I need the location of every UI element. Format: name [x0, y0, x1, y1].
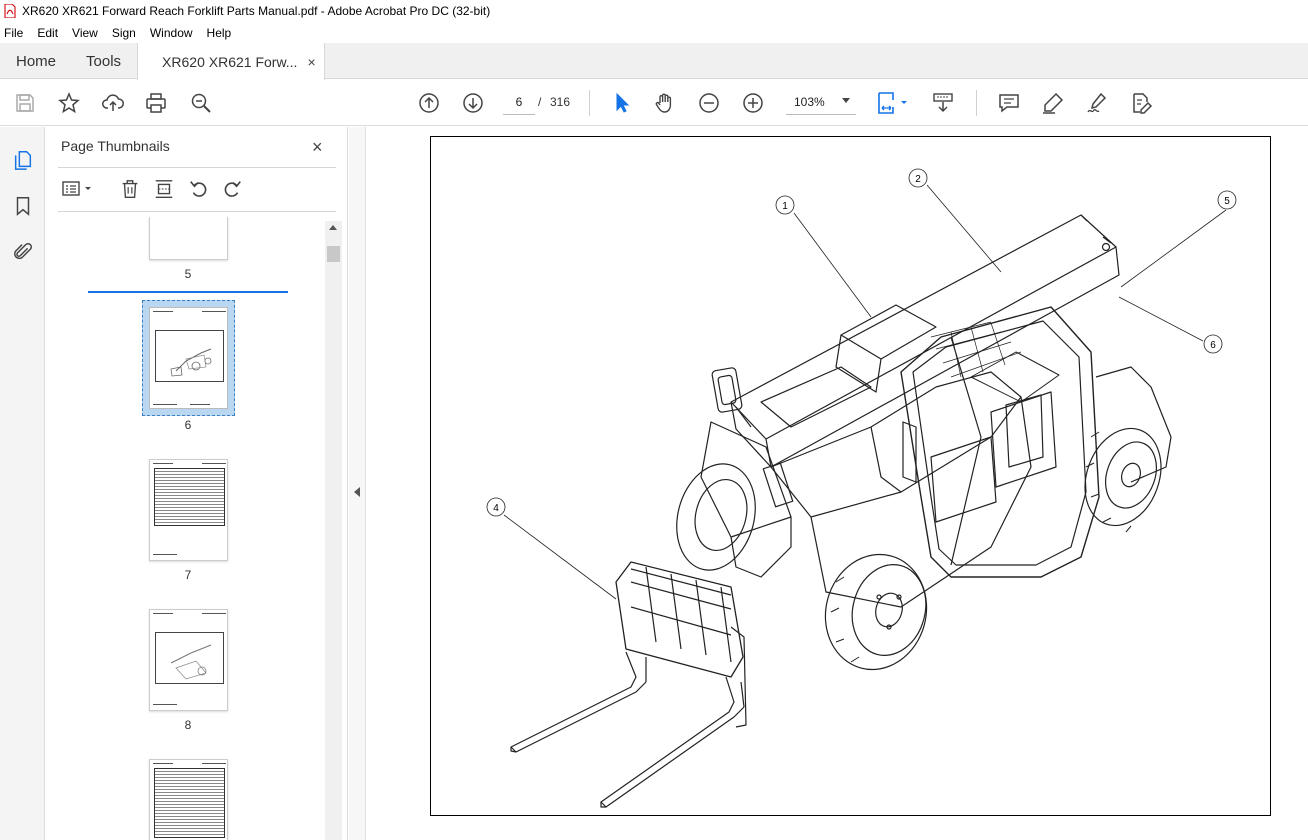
menu-file[interactable]: File — [4, 26, 23, 40]
tab-close-icon[interactable]: × — [307, 54, 315, 70]
thumbnail-page[interactable] — [149, 217, 228, 260]
title-bar: XR620 XR621 Forward Reach Forklift Parts… — [0, 0, 1308, 22]
panel-collapse-bar[interactable] — [349, 127, 366, 840]
highlight-icon[interactable] — [1040, 90, 1066, 116]
scroll-up-icon[interactable] — [329, 225, 337, 230]
hand-icon[interactable] — [652, 90, 678, 116]
tab-bar: Home Tools XR620 XR621 Forw... × — [0, 43, 1308, 80]
collapse-arrow-icon[interactable] — [354, 487, 360, 497]
thumbnail-page[interactable] — [149, 459, 228, 561]
callout-label: 6 — [1210, 340, 1216, 351]
page-thumbnails-icon[interactable] — [10, 147, 36, 173]
menu-help[interactable]: Help — [207, 26, 232, 40]
page-total: 316 — [550, 95, 571, 109]
comment-icon[interactable] — [996, 90, 1022, 116]
rotate-left-icon[interactable] — [187, 177, 211, 201]
thumbnail-list: 5 6 7 8 — [46, 217, 326, 840]
save-icon[interactable] — [12, 90, 38, 116]
toolbar-divider — [976, 90, 977, 116]
callout-label: 2 — [915, 174, 921, 185]
scroll-mode-icon[interactable] — [930, 90, 956, 116]
zoom-in-icon[interactable] — [740, 90, 766, 116]
callout-label: 1 — [782, 201, 788, 212]
tab-document[interactable]: XR620 XR621 Forw... × — [137, 43, 325, 80]
left-navigation-rail — [0, 127, 45, 840]
thumbnail-label: 5 — [184, 267, 192, 281]
zoom-level-value: 103% — [794, 94, 825, 109]
pdf-page: 1 2 4 5 6 — [430, 136, 1271, 816]
divider — [58, 167, 336, 168]
upload-icon[interactable] — [100, 90, 126, 116]
tab-document-label: XR620 XR621 Forw... — [162, 53, 298, 70]
menu-edit[interactable]: Edit — [37, 26, 58, 40]
delete-icon[interactable] — [118, 177, 142, 201]
forklift-exploded-drawing: 1 2 4 5 6 — [486, 168, 1237, 808]
tab-tools[interactable]: Tools — [72, 43, 137, 79]
page-thumbnails-panel: Page Thumbnails × 5 6 7 8 — [46, 127, 348, 840]
chevron-down-icon — [842, 98, 850, 103]
bookmark-icon[interactable] — [10, 193, 36, 219]
zoom-out-icon[interactable] — [696, 90, 722, 116]
window-title: XR620 XR621 Forward Reach Forklift Parts… — [22, 4, 491, 18]
acrobat-pdf-icon — [4, 4, 16, 18]
menu-bar: File Edit View Sign Window Help — [0, 22, 1308, 43]
zoom-search-icon[interactable] — [188, 90, 214, 116]
scrollbar-thumb[interactable] — [327, 246, 340, 262]
rotate-right-icon[interactable] — [220, 177, 244, 201]
extract-pages-icon[interactable] — [152, 177, 176, 201]
thumbnail-page[interactable] — [149, 609, 228, 711]
thumbnail-label: 6 — [184, 418, 192, 432]
page-separator: / — [538, 95, 542, 109]
thumbnail-label: 8 — [184, 718, 192, 732]
page-number-input[interactable]: 6 — [503, 89, 535, 115]
zoom-level-dropdown[interactable]: 103% — [786, 89, 856, 115]
select-cursor-icon[interactable] — [608, 90, 634, 116]
close-icon[interactable]: × — [312, 137, 330, 157]
thumbnail-label: 7 — [184, 568, 192, 582]
sign-icon[interactable] — [1084, 90, 1110, 116]
thumbnail-selected[interactable] — [142, 300, 235, 416]
fit-page-icon[interactable] — [876, 90, 912, 116]
callout-label: 4 — [493, 503, 499, 514]
print-icon[interactable] — [143, 90, 169, 116]
drop-indicator — [88, 291, 288, 293]
menu-view[interactable]: View — [72, 26, 98, 40]
tab-home[interactable]: Home — [0, 43, 72, 79]
menu-window[interactable]: Window — [150, 26, 193, 40]
page-up-icon[interactable] — [416, 90, 442, 116]
attachment-icon[interactable] — [10, 239, 36, 265]
thumbnail-page[interactable] — [149, 759, 228, 840]
panel-title: Page Thumbnails — [61, 138, 170, 154]
callout-label: 5 — [1224, 196, 1230, 207]
menu-sign[interactable]: Sign — [112, 26, 136, 40]
thumbnail-scrollbar[interactable] — [325, 221, 342, 840]
toolbar-divider — [589, 90, 590, 116]
page-down-icon[interactable] — [460, 90, 486, 116]
divider — [58, 211, 336, 212]
star-icon[interactable] — [56, 90, 82, 116]
thumbnail-options-icon[interactable] — [60, 177, 96, 201]
edit-pdf-icon[interactable] — [1128, 90, 1154, 116]
